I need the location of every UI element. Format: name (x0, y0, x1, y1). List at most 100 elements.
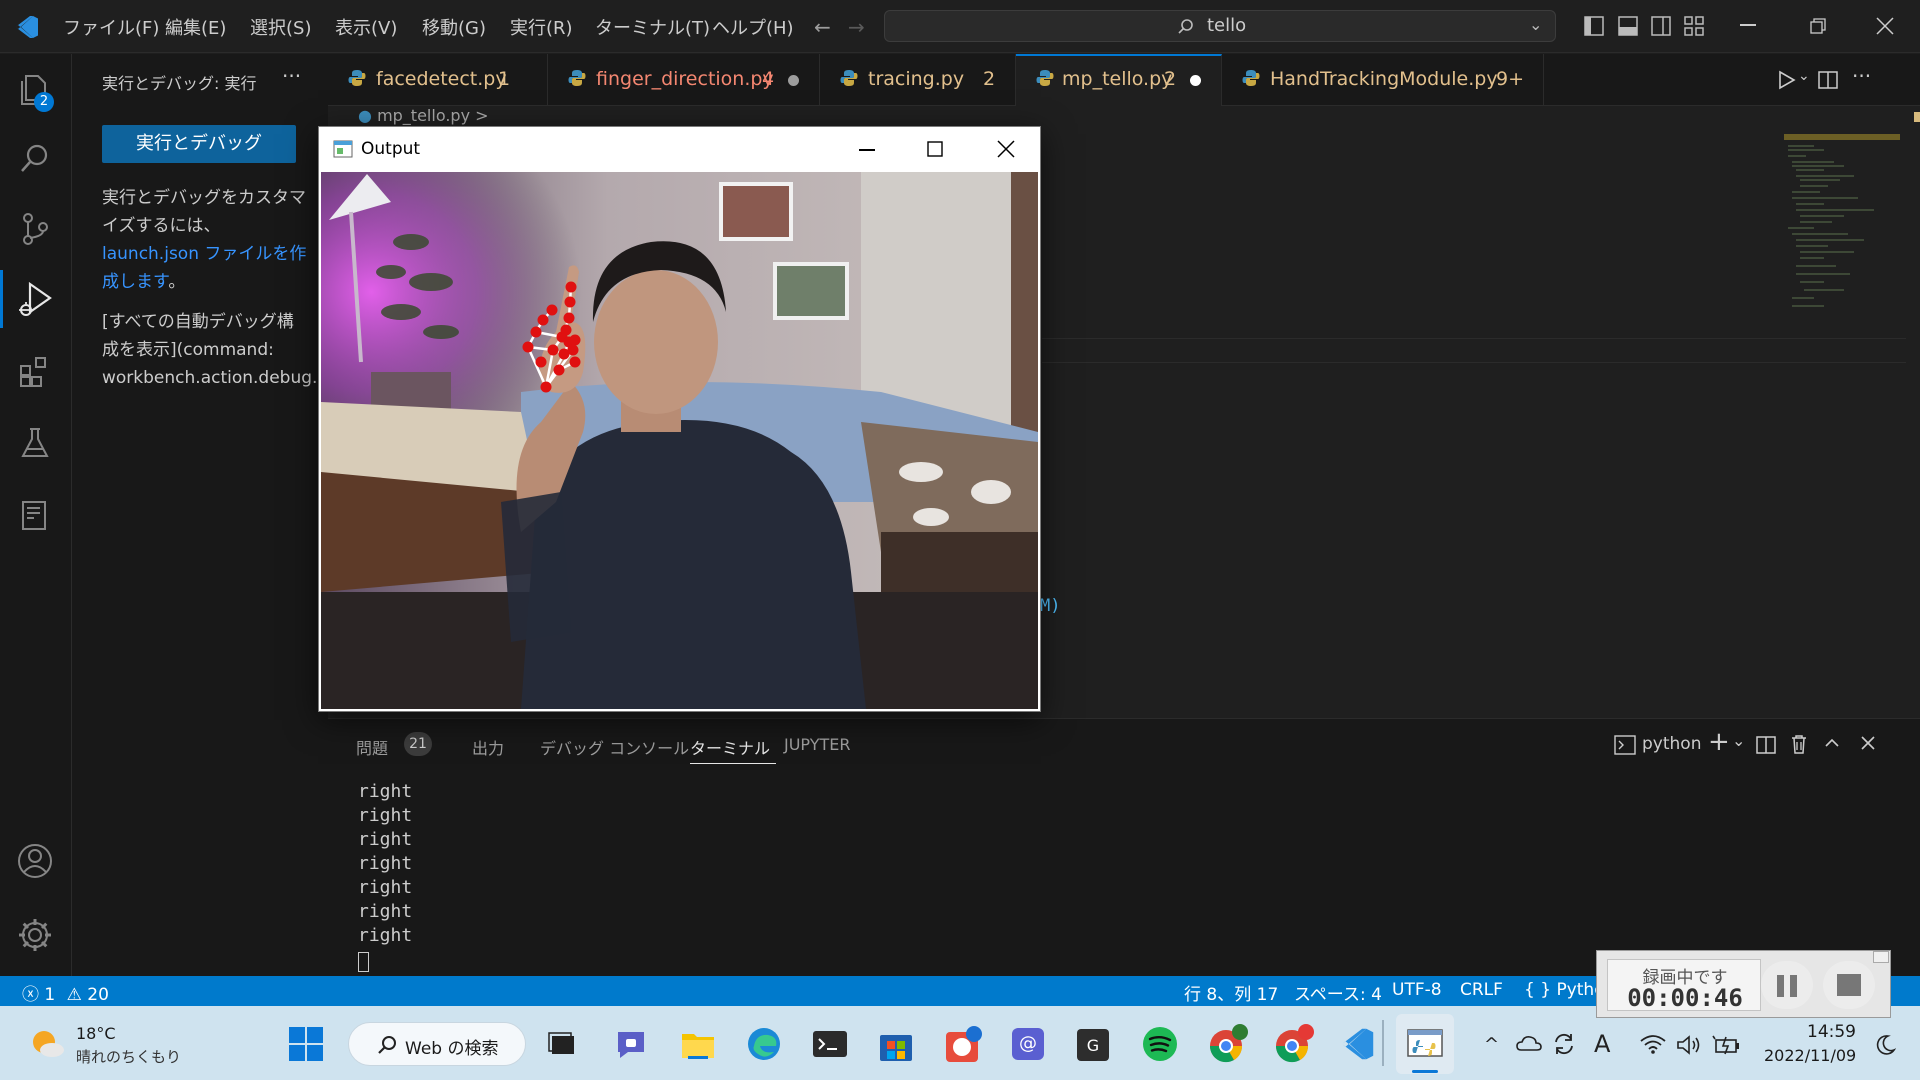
minimap[interactable] (1784, 134, 1914, 314)
tab-handtracking[interactable]: HandTrackingModule.py 9+ (1222, 54, 1544, 106)
window-maximize-icon[interactable] (927, 141, 943, 157)
onedrive-cloud-icon[interactable] (1516, 1034, 1542, 1052)
teams-chat-icon[interactable] (614, 1028, 648, 1060)
close-icon[interactable] (1876, 17, 1894, 35)
testing-icon[interactable] (18, 426, 52, 460)
vscode-taskbar-icon[interactable] (1340, 1026, 1376, 1062)
menu-help[interactable]: ヘルプ(H) (712, 14, 794, 40)
terminal-app-icon[interactable] (812, 1028, 848, 1060)
more-actions-icon[interactable]: ··· (282, 64, 301, 88)
breadcrumb-file[interactable]: mp_tello.py > (377, 106, 488, 125)
windows-start-icon[interactable] (288, 1026, 324, 1062)
microsoft-store-icon[interactable] (878, 1028, 914, 1062)
tab-terminal[interactable]: ターミナル (690, 735, 770, 759)
extensions-icon[interactable] (18, 354, 52, 388)
run-python-file-icon[interactable] (1776, 70, 1796, 90)
menu-edit[interactable]: 編集(E) (165, 14, 226, 40)
output-window[interactable]: Output (318, 126, 1041, 712)
command-center-search[interactable]: tello ⌄ (884, 10, 1556, 42)
tab-facedetect[interactable]: facedetect.py 1 (328, 54, 548, 106)
taskbar-search-box[interactable]: Web の検索 (348, 1022, 526, 1066)
run-dropdown-chevron-icon[interactable]: ⌄ (1798, 68, 1810, 84)
search-icon[interactable] (18, 142, 52, 176)
menu-terminal[interactable]: ターミナル(T) (595, 14, 710, 40)
show-hidden-icons-chevron-icon[interactable]: ^ (1484, 1034, 1499, 1055)
menu-view[interactable]: 表示(V) (335, 14, 397, 40)
wifi-icon[interactable] (1640, 1034, 1666, 1054)
terminal-dropdown-chevron-icon[interactable]: ⌄ (1732, 731, 1745, 750)
split-editor-icon[interactable] (1818, 70, 1838, 90)
restore-icon[interactable] (1810, 18, 1826, 34)
output-window-titlebar[interactable]: Output (319, 127, 1040, 172)
maximize-panel-chevron-up-icon[interactable] (1822, 733, 1842, 753)
status-encoding[interactable]: UTF-8 (1392, 980, 1442, 1000)
customize-layout-icon[interactable] (1684, 16, 1704, 36)
stop-recording-button[interactable] (1823, 961, 1875, 1009)
window-close-icon[interactable] (997, 140, 1015, 158)
source-control-icon[interactable] (18, 212, 52, 246)
tab-finger-direction[interactable]: finger_direction.py 4 (548, 54, 820, 106)
toggle-primary-sidebar-icon[interactable] (1584, 16, 1604, 36)
file-explorer-icon[interactable] (680, 1028, 716, 1060)
toggle-panel-icon[interactable] (1618, 16, 1638, 36)
at-menu-app-icon[interactable]: @ (1010, 1026, 1046, 1062)
trash-icon[interactable] (1790, 734, 1808, 754)
status-indentation[interactable]: スペース: 4 (1294, 980, 1382, 1005)
volume-speaker-icon[interactable] (1676, 1034, 1702, 1056)
menu-go[interactable]: 移動(G) (422, 14, 486, 40)
link-line-1[interactable]: launch.json ファイルを作 (102, 244, 306, 264)
breadcrumb[interactable]: ● mp_tello.py > (358, 106, 489, 125)
menu-file[interactable]: ファイル(F) (63, 14, 159, 40)
back-arrow-icon[interactable]: ← (814, 15, 831, 39)
tab-problems[interactable]: 問題 (356, 735, 388, 759)
chevron-down-icon[interactable]: ⌄ (1529, 15, 1542, 34)
tab-debug-console[interactable]: デバッグ コンソール (540, 735, 689, 759)
unsaved-dot-icon[interactable] (788, 75, 799, 86)
link-line-2[interactable]: 成します (102, 272, 168, 292)
status-language[interactable]: { } Pytho (1524, 980, 1605, 1000)
tab-tracing[interactable]: tracing.py 2 (820, 54, 1016, 106)
battery-charging-icon[interactable] (1712, 1034, 1740, 1056)
new-terminal-plus-icon[interactable]: + (1708, 727, 1730, 757)
launch-json-link[interactable]: launch.json ファイルを作 (102, 240, 332, 268)
status-eol[interactable]: CRLF (1460, 980, 1503, 1000)
minimize-icon[interactable] (1740, 24, 1756, 26)
python-window-icon[interactable] (1406, 1026, 1444, 1062)
run-and-debug-button[interactable]: 実行とデバッグ (102, 125, 296, 163)
edge-browser-icon[interactable] (746, 1026, 782, 1062)
account-icon[interactable] (16, 842, 54, 880)
spotify-icon[interactable] (1142, 1026, 1178, 1062)
status-problems[interactable]: ⓧ 1 ⚠ 20 (22, 980, 109, 1005)
chrome-profile-icon[interactable] (1274, 1024, 1314, 1064)
sync-arrows-icon[interactable] (1552, 1032, 1576, 1056)
tab-output[interactable]: 出力 (472, 735, 504, 759)
settings-gear-icon[interactable] (16, 916, 54, 954)
chrome-browser-icon[interactable] (1208, 1024, 1248, 1064)
weather-sun-cloud-icon[interactable] (30, 1026, 66, 1060)
remote-explorer-icon[interactable] (18, 498, 52, 532)
tab-jupyter[interactable]: JUPYTER (784, 735, 851, 754)
g-app-icon[interactable]: G (1076, 1028, 1110, 1062)
close-panel-icon[interactable] (1860, 735, 1876, 751)
forward-arrow-icon[interactable]: → (848, 15, 865, 39)
recorder-minimize-icon[interactable] (1873, 951, 1889, 963)
clock-date[interactable]: 2022/11/09 (1764, 1046, 1856, 1065)
pause-recording-button[interactable] (1761, 961, 1813, 1009)
toggle-secondary-sidebar-icon[interactable] (1651, 16, 1671, 36)
notification-moon-icon[interactable] (1874, 1034, 1896, 1056)
clock-time[interactable]: 14:59 (1796, 1022, 1856, 1042)
unsaved-dot-icon[interactable] (1190, 75, 1201, 86)
menu-run[interactable]: 実行(R) (510, 14, 573, 40)
status-cursor-position[interactable]: 行 8、列 17 (1184, 980, 1278, 1005)
split-terminal-icon[interactable] (1756, 735, 1776, 755)
editor-more-actions-icon[interactable]: ··· (1852, 64, 1871, 88)
window-minimize-icon[interactable] (859, 149, 875, 151)
tab-mp-tello-active[interactable]: mp_tello.py 2 (1016, 54, 1222, 106)
mail-app-icon[interactable] (944, 1024, 984, 1064)
terminal-name[interactable]: python (1642, 734, 1701, 754)
search-icon (1177, 18, 1195, 36)
task-view-icon[interactable] (548, 1030, 578, 1058)
ime-language-icon[interactable]: A (1594, 1030, 1610, 1058)
menu-selection[interactable]: 選択(S) (250, 14, 311, 40)
run-and-debug-icon[interactable] (16, 280, 54, 318)
